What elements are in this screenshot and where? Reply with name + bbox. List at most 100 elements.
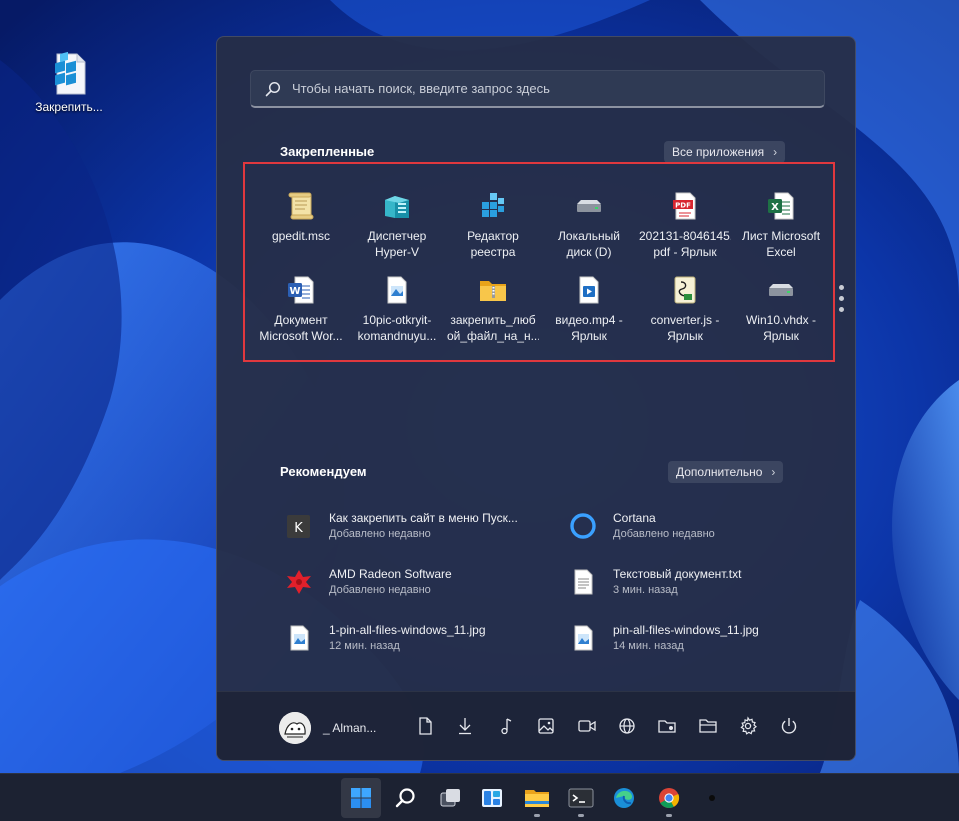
desktop-icon-label: Закрепить... <box>35 100 103 114</box>
search-icon <box>265 81 281 96</box>
page-dot[interactable] <box>838 296 844 301</box>
recommended-item[interactable]: AMD Radeon Software Добавлено недавно <box>285 566 545 598</box>
settings-icon[interactable] <box>738 716 758 736</box>
file-explorer-icon <box>525 790 549 807</box>
app-label-line2: Excel <box>766 245 796 259</box>
pinned-app-local-disk[interactable]: Локальный диск (D) <box>541 178 637 262</box>
pinned-apps-grid: gpedit.msc Диспетчер Hyper-V Редактор ре… <box>253 178 829 346</box>
taskbar-app-button[interactable] <box>692 778 732 818</box>
pinned-app-zip-folder[interactable]: закрепить_люб ой_файл_на_н... <box>445 262 541 346</box>
music-icon[interactable] <box>496 716 516 736</box>
page-dot[interactable] <box>838 285 844 290</box>
taskbar-file-explorer-button[interactable] <box>517 778 557 818</box>
amd-radeon-icon <box>287 570 311 594</box>
pinned-title: Закрепленные <box>280 144 375 159</box>
more-button[interactable]: Дополнительно › <box>668 461 784 483</box>
svg-text:PDF: PDF <box>675 201 691 209</box>
search-placeholder: Чтобы начать поиск, введите запрос здесь <box>292 81 550 96</box>
all-apps-label: Все приложения <box>672 145 765 159</box>
taskbar-task-view-button[interactable] <box>430 778 470 818</box>
recommended-item-subtitle: Добавлено недавно <box>613 528 715 540</box>
pinned-app-gpedit[interactable]: gpedit.msc <box>253 178 349 262</box>
pictures-icon[interactable] <box>536 716 556 736</box>
recommended-item[interactable]: K Как закрепить сайт в меню Пуск... Доба… <box>285 510 545 542</box>
app-label-line1: Документ <box>274 313 328 327</box>
search-box[interactable]: Чтобы начать поиск, введите запрос здесь <box>250 70 825 108</box>
text-file-icon <box>574 569 593 595</box>
app-label-line2: Microsoft Wor... <box>259 329 343 343</box>
video-file-icon <box>579 276 599 304</box>
pinned-app-excel-sheet[interactable]: X Лист Microsoft Excel <box>733 178 829 262</box>
app-icon <box>709 795 715 801</box>
recommended-item[interactable]: 1-pin-all-files-windows_11.jpg 12 мин. н… <box>285 622 545 654</box>
pinned-app-pdf-shortcut[interactable]: PDF 202131-8046145. pdf - Ярлык <box>637 178 733 262</box>
start-menu: Чтобы начать поиск, введите запрос здесь… <box>216 36 856 761</box>
app-label-line1: gpedit.msc <box>271 229 331 243</box>
pinned-app-hyper-v[interactable]: Диспетчер Hyper-V <box>349 178 445 262</box>
user-name: _ Alman... <box>323 721 377 735</box>
taskbar-start-button[interactable] <box>341 778 381 818</box>
recommended-item[interactable]: pin-all-files-windows_11.jpg 14 мин. наз… <box>569 622 829 654</box>
downloads-icon[interactable] <box>455 716 475 736</box>
pinned-app-vhdx-shortcut[interactable]: Win10.vhdx - Ярлык <box>733 262 829 346</box>
app-label-line1: 202131-8046145. <box>639 229 731 243</box>
pinned-app-video-shortcut[interactable]: видео.mp4 - Ярлык <box>541 262 637 346</box>
desktop-icon-registry-shortcut[interactable]: Закрепить... <box>30 50 108 114</box>
documents-icon[interactable] <box>415 716 435 736</box>
avatar <box>279 712 311 744</box>
svg-text:W: W <box>289 286 300 297</box>
page-indicator-dots[interactable] <box>837 285 845 318</box>
app-label-line2: Hyper-V <box>374 245 419 259</box>
drive-icon <box>577 200 601 212</box>
terminal-icon <box>568 788 594 808</box>
all-apps-button[interactable]: Все приложения › <box>664 141 786 163</box>
recommended-item-title: AMD Radeon Software <box>329 567 452 581</box>
running-indicator <box>534 814 540 817</box>
image-file-icon <box>290 625 309 651</box>
recommended-item-subtitle: 3 мин. назад <box>613 584 678 596</box>
image-file-icon <box>387 276 407 304</box>
widgets-icon <box>482 789 502 807</box>
recommended-item[interactable]: Cortana Добавлено недавно <box>569 510 829 542</box>
pinned-app-word-document[interactable]: W Документ Microsoft Wor... <box>253 262 349 346</box>
drive-icon <box>769 284 793 296</box>
app-label-line1: Редактор <box>467 229 519 243</box>
app-label-line2: ой_файл_на_н... <box>447 329 539 343</box>
recommended-item-subtitle: 14 мин. назад <box>613 640 684 652</box>
taskbar <box>0 773 959 821</box>
file-explorer-icon[interactable] <box>698 716 718 736</box>
app-label-line1: Диспетчер <box>367 229 427 243</box>
app-label-line2: Ярлык <box>667 329 703 343</box>
hyper-v-icon <box>385 196 409 218</box>
running-indicator <box>666 814 672 817</box>
taskbar-search-button[interactable] <box>385 778 425 818</box>
taskbar-chrome-button[interactable] <box>649 778 689 818</box>
chevron-right-icon: › <box>773 145 778 159</box>
power-icon[interactable] <box>779 716 799 736</box>
personal-folder-icon[interactable] <box>657 716 677 736</box>
recommended-item[interactable]: Текстовый документ.txt 3 мин. назад <box>569 566 829 598</box>
network-icon[interactable] <box>617 716 637 736</box>
taskbar-widgets-button[interactable] <box>472 778 512 818</box>
app-label-line1: converter.js - <box>650 313 720 327</box>
app-label-line2: реестра <box>470 245 516 259</box>
user-account-button[interactable]: _ Alman... <box>279 712 376 744</box>
start-folder-shortcuts <box>415 716 819 736</box>
taskbar-edge-button[interactable] <box>604 778 644 818</box>
excel-icon: X <box>768 192 794 220</box>
app-label-line1: закрепить_люб <box>450 313 536 327</box>
app-label-line1: видео.mp4 - <box>555 313 623 327</box>
app-label-line2: диск (D) <box>566 245 612 259</box>
app-label-line1: 10pic-otkryit- <box>362 313 432 327</box>
pinned-app-image-file[interactable]: 10pic-otkryit-komandnuyu... <box>349 262 445 346</box>
search-icon <box>395 788 415 808</box>
page-dot[interactable] <box>838 307 844 312</box>
app-label-line2: Ярлык <box>763 329 799 343</box>
taskbar-terminal-button[interactable] <box>561 778 601 818</box>
videos-icon[interactable] <box>577 716 597 736</box>
pinned-app-script-shortcut[interactable]: converter.js - Ярлык <box>637 262 733 346</box>
recommended-item-subtitle: Добавлено недавно <box>329 584 431 596</box>
pinned-app-registry-editor[interactable]: Редактор реестра <box>445 178 541 262</box>
running-indicator <box>578 814 584 817</box>
chevron-right-icon: › <box>771 465 776 479</box>
